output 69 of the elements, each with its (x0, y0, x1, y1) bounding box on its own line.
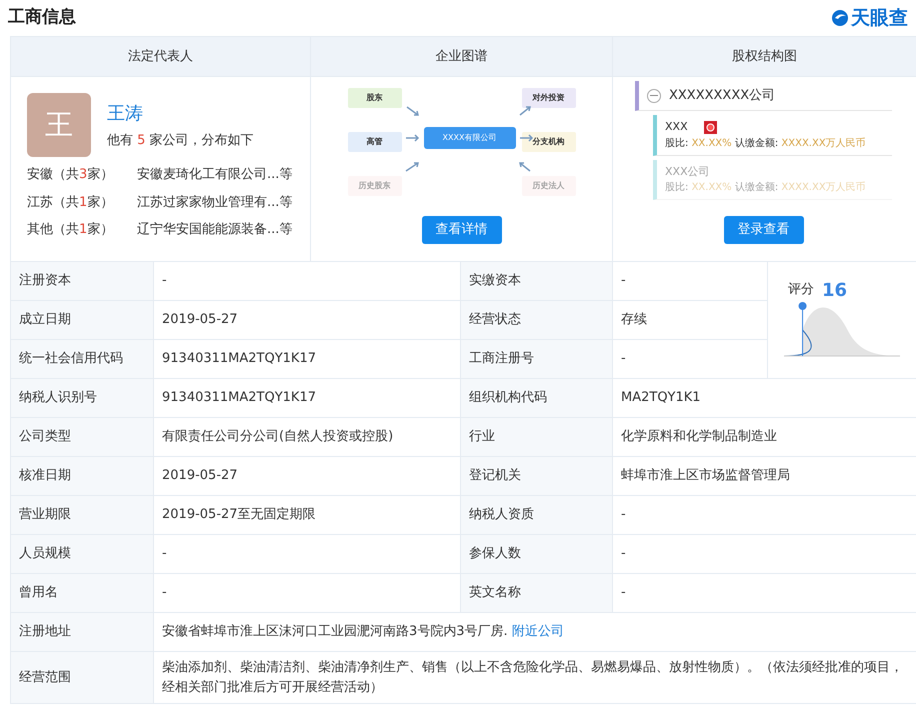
arrow (518, 162, 530, 172)
field-label: 英文名称 (460, 574, 612, 612)
graph-node: 分支机构 (522, 132, 576, 152)
field-value: 有限责任公司分公司(自然人投资或控股) (154, 418, 460, 456)
shareholder-name: XXX (665, 119, 688, 135)
person-name[interactable]: 王涛 (107, 100, 254, 127)
arrow (404, 134, 419, 142)
graph-center-node: XXXX有限公司 (424, 127, 516, 149)
field-value: 2019-05-27 (154, 456, 460, 496)
nearby-companies-link[interactable]: 附近公司 (512, 624, 564, 640)
company-name: XXXXXXXXX公司 (669, 86, 776, 105)
region-companies: 安徽麦琦化工有限公司...等 (137, 166, 292, 184)
shareholder-name: XXX公司 (665, 164, 710, 180)
arrow (518, 134, 533, 142)
field-label: 经营状态 (460, 300, 612, 340)
field-label: 成立日期 (10, 300, 154, 340)
field-value: - (154, 534, 460, 574)
view-details-button[interactable]: 查看详情 (422, 216, 502, 244)
field-label: 组织机构代码 (460, 378, 612, 418)
field-label: 统一社会信用代码 (10, 340, 154, 378)
field-label: 工商注册号 (460, 340, 612, 378)
field-label: 核准日期 (10, 456, 154, 496)
collapse-icon[interactable] (647, 88, 661, 102)
company-summary: 他有 5 家公司，分布如下 (107, 132, 254, 150)
avatar: 王 (27, 93, 91, 157)
share-info: 股比: XX.XX% 认缴金额: XXXX.XX万人民币 (665, 136, 867, 150)
field-value: 安徽省蚌埠市淮上区沫河口工业园淝河南路3号院内3号厂房. (162, 624, 508, 640)
field-label: 参保人数 (460, 534, 612, 574)
field-label: 营业期限 (10, 496, 154, 534)
field-label: 登记机关 (460, 456, 612, 496)
region-companies: 江苏过家家物业管理有...等 (137, 194, 292, 212)
section-title: 工商信息 (8, 6, 76, 30)
score-value: 16 (822, 282, 848, 300)
field-label: 注册资本 (10, 262, 154, 300)
score-label: 评分 (788, 281, 814, 300)
login-view-button[interactable]: 登录查看 (724, 216, 804, 244)
field-label: 注册地址 (10, 612, 154, 652)
field-value: 91340311MA2TQY1K17 (154, 378, 460, 418)
field-label: 经营范围 (10, 652, 154, 704)
graph-node: 高管 (348, 132, 402, 152)
field-value: - (154, 262, 460, 300)
field-label: 纳税人资质 (460, 496, 612, 534)
field-value: - (154, 574, 460, 612)
panel-header: 企业图谱 (310, 36, 612, 76)
field-value: 91340311MA2TQY1K17 (154, 340, 460, 378)
panel-header: 法定代表人 (10, 36, 310, 76)
region-label: 其他（共1家） (27, 221, 114, 239)
field-label: 曾用名 (10, 574, 154, 612)
region-companies: 辽宁华安国能能源装备...等 (137, 221, 292, 239)
field-label: 公司类型 (10, 418, 154, 456)
share-info: 股比: XX.XX% 认缴金额: XXXX.XX万人民币 (665, 180, 867, 195)
graph-node: 股东 (348, 88, 402, 108)
graph-node: 历史法人 (522, 176, 576, 196)
arrow (518, 106, 530, 116)
field-label: 纳税人识别号 (10, 378, 154, 418)
arrow (406, 106, 418, 116)
field-label: 实缴资本 (460, 262, 612, 300)
field-value: 2019-05-27至无固定期限 (154, 496, 460, 534)
field-label: 人员规模 (10, 534, 154, 574)
logo-text: 天眼查 (851, 6, 908, 31)
region-label: 安徽（共3家） (27, 166, 114, 184)
field-value: 2019-05-27 (154, 300, 460, 340)
region-label: 江苏（共1家） (27, 194, 114, 212)
graph-node: 对外投资 (522, 88, 576, 108)
field-label: 行业 (460, 418, 612, 456)
arrow (404, 162, 418, 172)
panel-header: 股权结构图 (612, 36, 916, 76)
graph-node: 历史股东 (348, 176, 402, 196)
field-value: - (612, 262, 768, 300)
